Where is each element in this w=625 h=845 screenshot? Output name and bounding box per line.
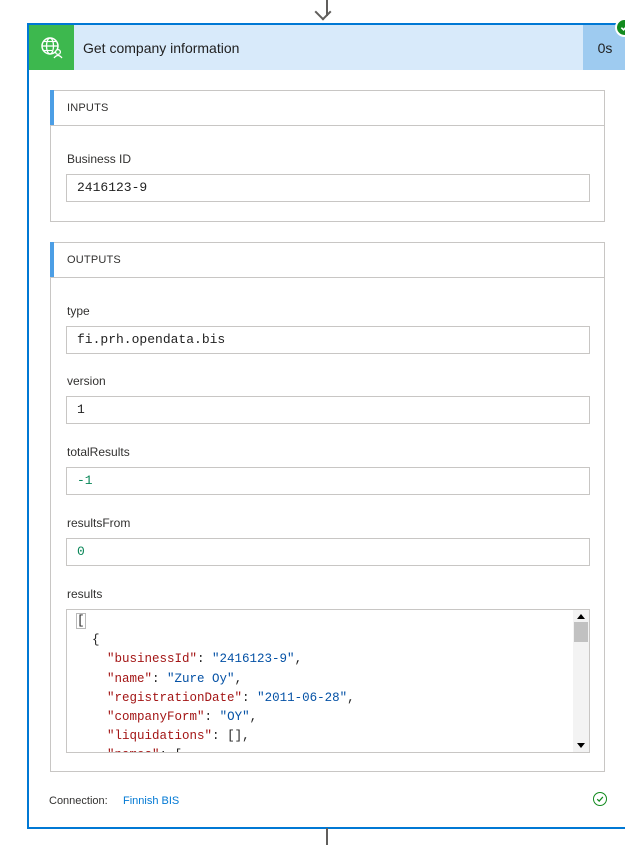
results-from-value: 0 [77, 544, 85, 559]
outputs-panel: OUTPUTS type fi.prh.opendata.bis version… [50, 242, 605, 772]
results-code-box[interactable]: [ { "businessId": "2416123-9", "name": "… [66, 609, 590, 753]
results-from-field[interactable]: 0 [66, 538, 590, 566]
total-results-label: totalResults [67, 445, 130, 459]
inputs-header[interactable]: INPUTS [50, 90, 604, 126]
version-label: version [67, 374, 106, 388]
business-id-value: 2416123-9 [77, 180, 148, 195]
duration-text: 0s [597, 39, 613, 56]
flow-connector-bottom [326, 828, 328, 845]
scroll-down-arrow-icon[interactable] [577, 743, 585, 748]
version-field[interactable]: 1 [66, 396, 590, 424]
type-field[interactable]: fi.prh.opendata.bis [66, 326, 590, 354]
results-json-line: { [92, 633, 100, 648]
flow-arrow-icon [314, 3, 332, 21]
results-json: [ { "businessId": "2416123-9", "name": "… [76, 612, 355, 752]
results-json-line: [ [76, 613, 86, 629]
total-results-value: -1 [77, 473, 93, 488]
results-json-line: "liquidations": [], [107, 729, 250, 744]
action-card: Get company information 0s INPUTS Busine… [27, 18, 625, 829]
inputs-title: INPUTS [67, 102, 109, 114]
type-label: type [67, 304, 90, 318]
scroll-up-arrow-icon[interactable] [577, 614, 585, 619]
business-id-field[interactable]: 2416123-9 [66, 174, 590, 202]
business-id-label: Business ID [67, 152, 132, 166]
connection-link[interactable]: Finnish BIS [123, 795, 179, 807]
results-json-line: "registrationDate": "2011-06-28", [107, 690, 355, 705]
globe-person-icon [29, 25, 74, 70]
action-title: Get company information [83, 40, 240, 56]
results-json-line: "businessId": "2416123-9", [107, 652, 303, 667]
results-json-line: "names": [ [77, 746, 355, 752]
outputs-header[interactable]: OUTPUTS [50, 242, 604, 278]
connection-ok-icon [593, 792, 607, 806]
action-header[interactable]: Get company information 0s [29, 18, 625, 70]
inputs-panel: INPUTS Business ID 2416123-9 [50, 90, 605, 222]
results-json-line: "name": "Zure Oy", [107, 671, 243, 686]
results-from-label: resultsFrom [67, 516, 131, 530]
outputs-title: OUTPUTS [67, 254, 121, 266]
results-label: results [67, 587, 103, 601]
scroll-thumb[interactable] [574, 622, 588, 642]
type-value: fi.prh.opendata.bis [77, 332, 226, 347]
total-results-field[interactable]: -1 [66, 467, 590, 495]
version-value: 1 [77, 402, 85, 417]
connection-label: Connection: [49, 795, 108, 807]
results-json-line: "companyForm": "OY", [107, 710, 258, 725]
results-scrollbar[interactable] [573, 610, 589, 752]
